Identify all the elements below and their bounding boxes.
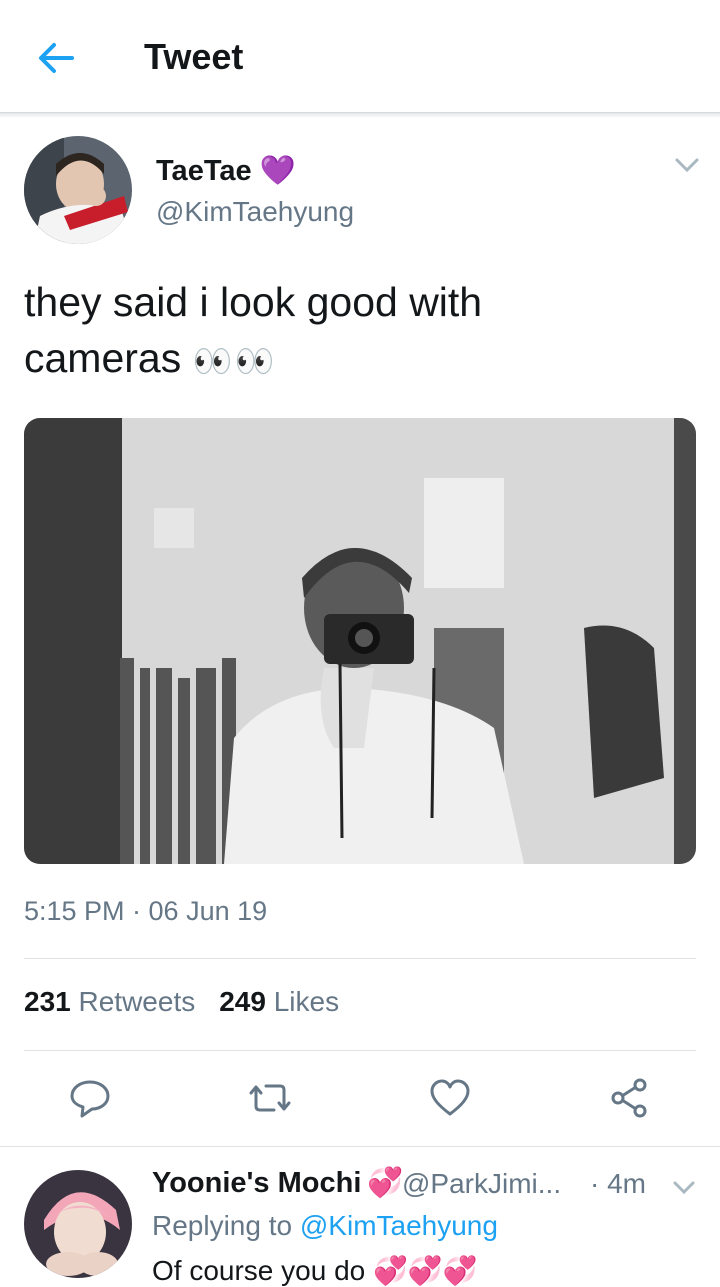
top-bar (0, 0, 720, 113)
hearts-emoji-icon: 💞💞💞 (373, 1255, 478, 1286)
reply-author-name-text: Yoonie's Mochi (152, 1166, 362, 1199)
reply-author-handle[interactable]: @ParkJimi... (402, 1168, 561, 1200)
reply-author-name[interactable]: Yoonie's Mochi 💞 (152, 1166, 403, 1200)
likes-stat[interactable]: 249 Likes (219, 986, 339, 1018)
reply-time: · 4m (590, 1168, 646, 1199)
header-shadow (0, 113, 720, 118)
tweet-timestamp: 5:15 PM · 06 Jun 19 (24, 896, 268, 926)
replying-prefix: Replying to (152, 1210, 293, 1241)
tweet-stats: 231 Retweets 249 Likes (24, 986, 339, 1018)
author-handle[interactable]: @KimTaehyung (156, 196, 354, 228)
page-title: Tweet (144, 36, 244, 77)
chevron-down-icon[interactable] (674, 154, 700, 176)
divider (24, 958, 696, 959)
replying-handle-link[interactable]: @KimTaehyung (300, 1210, 498, 1241)
reply-author-avatar[interactable] (24, 1170, 132, 1278)
replying-to: Replying to @KimTaehyung (152, 1210, 498, 1242)
retweets-label: Retweets (78, 986, 196, 1017)
reply-text-body: Of course you do (152, 1255, 366, 1286)
retweets-count: 231 (24, 986, 71, 1017)
divider (24, 1050, 696, 1051)
reply-icon[interactable] (68, 1076, 112, 1120)
author-avatar[interactable] (24, 136, 132, 244)
likes-count: 249 (219, 986, 266, 1017)
retweets-stat[interactable]: 231 Retweets (24, 986, 195, 1018)
author-name-text: TaeTae (156, 154, 252, 187)
tweet-text: they said i look good with cameras 👀👀 (24, 274, 624, 389)
reply-text: Of course you do 💞💞💞 (152, 1254, 478, 1287)
share-icon[interactable] (608, 1076, 652, 1120)
like-icon[interactable] (428, 1076, 472, 1120)
likes-label: Likes (273, 986, 340, 1017)
chevron-down-icon[interactable] (672, 1178, 696, 1198)
eyes-emoji-icon: 👀👀 (192, 343, 277, 379)
divider (0, 1146, 720, 1147)
retweet-icon[interactable] (248, 1076, 292, 1120)
purple-heart-icon: 💜 (259, 155, 296, 187)
back-arrow-icon[interactable] (34, 38, 78, 78)
author-name[interactable]: TaeTae 💜 (156, 154, 296, 188)
tweet-photo[interactable] (24, 418, 696, 864)
sparkling-hearts-icon: 💞 (367, 1167, 404, 1199)
